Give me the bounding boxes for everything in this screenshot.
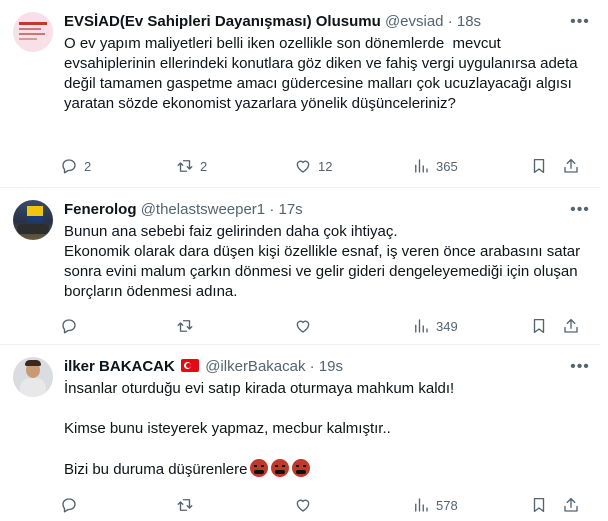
share-icon	[562, 496, 580, 514]
views-count: 365	[436, 158, 458, 174]
reply-icon	[60, 496, 78, 514]
retweet-button[interactable]	[176, 495, 200, 515]
views-button[interactable]: 365	[412, 156, 458, 176]
tweet-actions: 578	[60, 495, 590, 515]
retweet-count: 2	[200, 158, 208, 174]
more-icon[interactable]: •••	[570, 359, 590, 381]
views-count: 578	[436, 497, 458, 513]
tweet-1[interactable]: EVSİAD(Ev Sahipleri Dayanışması) Olusumu…	[0, 0, 600, 188]
like-count: 12	[318, 158, 333, 174]
avatar[interactable]	[13, 12, 53, 52]
like-button[interactable]: 12	[294, 156, 332, 176]
display-name[interactable]: ilker BAKACAK	[64, 358, 175, 375]
views-button[interactable]: 578	[412, 495, 458, 515]
bookmark-button[interactable]	[530, 156, 548, 176]
avatar[interactable]	[13, 357, 53, 397]
share-button[interactable]	[562, 316, 580, 336]
retweet-icon	[176, 157, 194, 175]
tweet-text: Bunun ana sebebi faiz gelirinden daha ço…	[64, 222, 594, 302]
bookmark-icon	[530, 317, 548, 335]
angry-face-icon	[250, 459, 269, 477]
bookmark-button[interactable]	[530, 495, 548, 515]
angry-face-icon	[292, 459, 311, 477]
display-name[interactable]: Fenerolog	[64, 201, 137, 218]
retweet-icon	[176, 496, 194, 514]
reply-button[interactable]	[60, 495, 84, 515]
share-button[interactable]	[562, 156, 580, 176]
share-icon	[562, 317, 580, 335]
tweet-header: Fenerolog @thelastsweeper1 · 17s	[64, 201, 303, 218]
retweet-button[interactable]: 2	[176, 156, 207, 176]
user-handle[interactable]: @ilkerBakacak	[205, 358, 305, 375]
retweet-icon	[176, 317, 194, 335]
tweet-3[interactable]: ilker BAKACAK @ilkerBakacak · 19s ••• İn…	[0, 345, 600, 521]
tweet-text: O ev yapım maliyetleri belli iken ozelli…	[64, 34, 594, 114]
share-icon	[562, 157, 580, 175]
tweet-text: İnsanlar oturduğu evi satıp kirada oturm…	[64, 379, 594, 480]
reply-icon	[60, 317, 78, 335]
views-count: 349	[436, 318, 458, 334]
heart-icon	[294, 496, 312, 514]
heart-icon	[294, 317, 312, 335]
more-icon[interactable]: •••	[570, 14, 590, 36]
tweet-time[interactable]: 19s	[319, 358, 343, 375]
reply-button[interactable]: 2	[60, 156, 91, 176]
tweet-header: EVSİAD(Ev Sahipleri Dayanışması) Olusumu…	[64, 13, 482, 30]
turkey-flag-icon	[181, 359, 200, 372]
angry-face-icon	[271, 459, 290, 477]
bookmark-icon	[530, 157, 548, 175]
tweet-2[interactable]: Fenerolog @thelastsweeper1 · 17s ••• Bun…	[0, 188, 600, 345]
views-icon	[412, 496, 430, 514]
bookmark-button[interactable]	[530, 316, 548, 336]
avatar[interactable]	[13, 200, 53, 240]
tweet-text-content: O ev yapım maliyetleri belli iken ozelli…	[64, 35, 582, 112]
tweet-time[interactable]: 18s	[457, 13, 481, 30]
reply-icon	[60, 157, 78, 175]
reply-button[interactable]	[60, 316, 84, 336]
views-icon	[412, 157, 430, 175]
tweet-actions: 349	[60, 316, 590, 336]
user-handle[interactable]: @evsiad	[385, 13, 444, 30]
heart-icon	[294, 157, 312, 175]
share-button[interactable]	[562, 495, 580, 515]
views-icon	[412, 317, 430, 335]
tweet-actions: 2 2 12 365	[60, 156, 590, 176]
like-button[interactable]	[294, 495, 318, 515]
reply-count: 2	[84, 158, 92, 174]
retweet-button[interactable]	[176, 316, 200, 336]
user-handle[interactable]: @thelastsweeper1	[141, 201, 265, 218]
bookmark-icon	[530, 496, 548, 514]
tweet-header: ilker BAKACAK @ilkerBakacak · 19s	[64, 358, 343, 375]
tweet-text-content: Bunun ana sebebi faiz gelirinden daha ço…	[64, 223, 581, 300]
like-button[interactable]	[294, 316, 318, 336]
display-name[interactable]: EVSİAD(Ev Sahipleri Dayanışması) Olusumu	[64, 13, 381, 30]
more-icon[interactable]: •••	[570, 202, 590, 224]
tweet-time[interactable]: 17s	[279, 201, 303, 218]
views-button[interactable]: 349	[412, 316, 458, 336]
